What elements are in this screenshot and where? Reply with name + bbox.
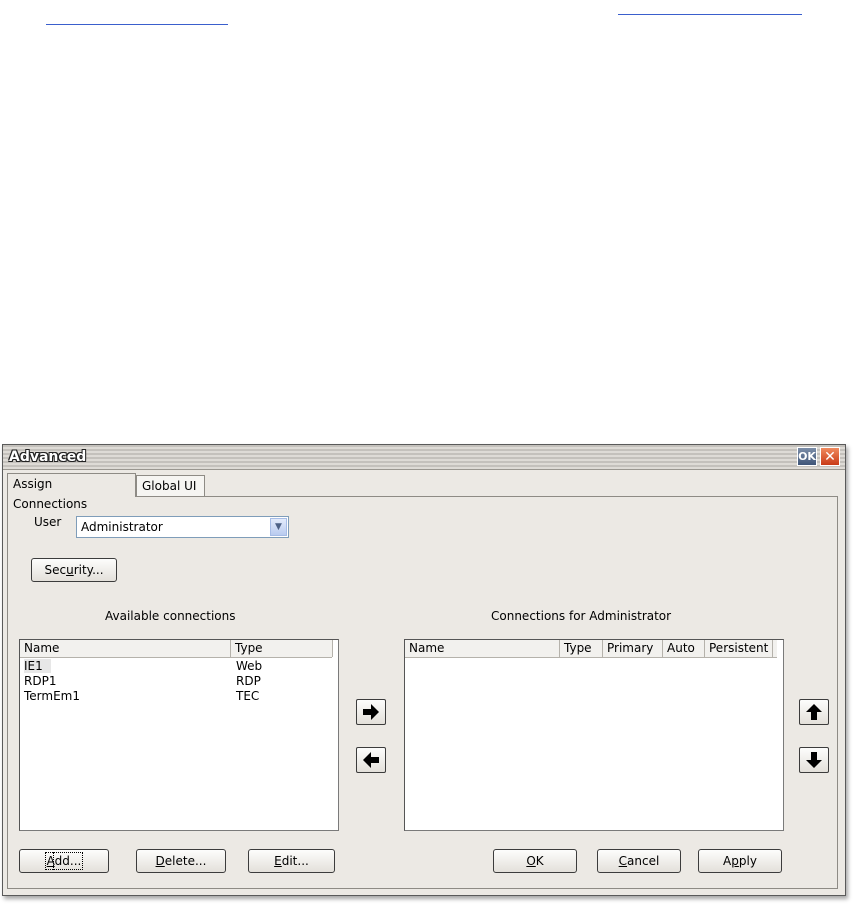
move-right-button[interactable]: [356, 699, 386, 725]
available-connections-list[interactable]: Name Type IE1 Web RDP1 RDP TermEm1 TEC: [19, 639, 339, 831]
apply-button-label: Apply: [723, 854, 757, 868]
advanced-dialog: Advanced OK ✕ Assign Connections Global …: [2, 444, 846, 896]
list-item-type: RDP: [236, 674, 261, 688]
cancel-button-label: Cancel: [618, 854, 660, 868]
move-down-button[interactable]: [799, 747, 829, 773]
move-left-button[interactable]: [356, 747, 386, 773]
list-item[interactable]: IE1: [24, 659, 51, 673]
apply-button[interactable]: Apply: [698, 849, 782, 873]
column-header-type[interactable]: Type: [560, 640, 603, 657]
available-list-header: Name Type: [20, 640, 333, 658]
title-bar[interactable]: Advanced OK ✕: [3, 445, 845, 470]
column-header-persistent[interactable]: Persistent: [705, 640, 773, 657]
move-up-button[interactable]: [799, 699, 829, 725]
column-header-auto[interactable]: Auto: [663, 640, 705, 657]
security-button-label: Security...: [44, 563, 104, 577]
arrow-up-icon: [806, 704, 822, 720]
close-icon[interactable]: ✕: [820, 447, 840, 466]
list-item-type: TEC: [236, 689, 260, 703]
list-item[interactable]: RDP1: [24, 674, 56, 688]
tab-global-ui[interactable]: Global UI: [136, 475, 205, 497]
document-link-fragment[interactable]: [46, 10, 228, 25]
assigned-list-header: Name Type Primary Auto Persistent: [405, 640, 777, 658]
arrow-left-icon: [363, 752, 379, 768]
add-button[interactable]: Add...: [19, 849, 109, 873]
user-label: User: [34, 515, 62, 529]
edit-button[interactable]: Edit...: [248, 849, 335, 873]
column-header-primary[interactable]: Primary: [603, 640, 663, 657]
delete-button[interactable]: Delete...: [136, 849, 226, 873]
arrow-down-icon: [806, 752, 822, 768]
ok-button[interactable]: OK: [493, 849, 577, 873]
edit-button-label: Edit...: [274, 854, 309, 868]
document-link-fragment[interactable]: [618, 0, 802, 15]
arrow-right-icon: [363, 704, 379, 720]
user-select[interactable]: Administrator ▼: [76, 516, 289, 538]
security-button[interactable]: Security...: [31, 558, 117, 582]
assigned-connections-title: Connections for Administrator: [491, 609, 672, 623]
column-header-name[interactable]: Name: [405, 640, 560, 657]
column-header-type[interactable]: Type: [231, 640, 333, 657]
ok-button-label: OK: [526, 854, 544, 868]
cancel-button[interactable]: Cancel: [597, 849, 681, 873]
tab-assign-connections[interactable]: Assign Connections: [7, 473, 136, 511]
column-header-name[interactable]: Name: [20, 640, 231, 657]
window-title: Advanced: [9, 449, 87, 465]
list-item-type: Web: [236, 659, 263, 673]
user-select-value: Administrator: [81, 520, 163, 534]
assigned-connections-list[interactable]: Name Type Primary Auto Persistent: [404, 639, 784, 831]
available-connections-title: Available connections: [105, 609, 236, 623]
delete-button-label: Delete...: [155, 854, 207, 868]
list-item[interactable]: TermEm1: [24, 689, 80, 703]
ok-titlebar-button[interactable]: OK: [797, 447, 817, 466]
add-button-label: Add...: [44, 852, 84, 870]
chevron-down-icon[interactable]: ▼: [270, 518, 287, 536]
